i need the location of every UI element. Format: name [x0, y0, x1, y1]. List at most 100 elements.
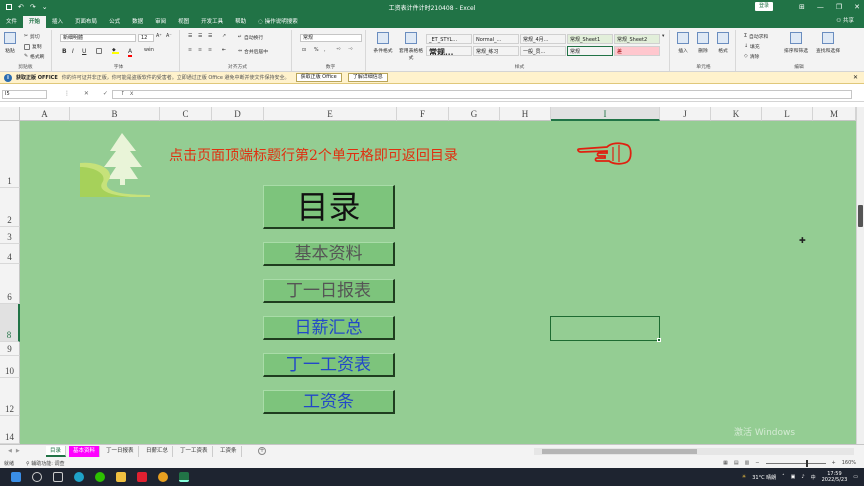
- tab-data[interactable]: 数据: [126, 16, 149, 28]
- style-cell[interactable]: 差: [614, 46, 660, 56]
- restore-button[interactable]: ❐: [836, 3, 842, 11]
- menu-button-basic-info[interactable]: 基本资料: [263, 242, 395, 266]
- page-layout-view-icon[interactable]: ▤: [734, 460, 739, 466]
- indent-icon[interactable]: ⇤: [222, 48, 226, 53]
- file-explorer-icon[interactable]: [116, 472, 126, 482]
- close-icon[interactable]: ✕: [853, 74, 858, 81]
- clear-button[interactable]: ◇ 清除: [744, 53, 759, 60]
- conditional-format-button[interactable]: 条件格式: [370, 32, 396, 54]
- row-header-selected[interactable]: 8: [0, 304, 20, 342]
- accounting-format-icon[interactable]: ⊡: [302, 48, 306, 53]
- style-cell[interactable]: 常规_练习: [473, 46, 519, 56]
- fill-button[interactable]: ↓ 填充: [744, 43, 760, 50]
- formula-input[interactable]: [112, 90, 852, 99]
- borders-button[interactable]: [96, 48, 102, 54]
- wrap-text-button[interactable]: ↵ 自动换行: [238, 34, 263, 41]
- close-button[interactable]: ✕: [854, 3, 860, 11]
- tab-formulas[interactable]: 公式: [103, 16, 126, 28]
- font-name-select[interactable]: 新细明體: [60, 34, 136, 42]
- excel-taskbar-icon[interactable]: [179, 472, 189, 482]
- sheet-tab-payroll[interactable]: 丁一工资表: [176, 446, 213, 457]
- tab-insert[interactable]: 插入: [46, 16, 69, 28]
- orientation-icon[interactable]: ↗: [222, 34, 226, 39]
- sheet-tab-payslip[interactable]: 工资条: [216, 446, 242, 457]
- delete-cells-button[interactable]: 删除: [694, 32, 712, 54]
- align-middle-icon[interactable]: ☰: [198, 34, 202, 39]
- fill-color-button[interactable]: ◆: [112, 48, 119, 54]
- find-select-button[interactable]: 查找和选择: [816, 32, 840, 54]
- copy-button[interactable]: 复制: [24, 43, 42, 50]
- scrollbar-thumb[interactable]: [858, 205, 863, 227]
- column-header[interactable]: K: [711, 107, 762, 121]
- row-header[interactable]: 1: [0, 121, 20, 188]
- font-size-select[interactable]: 12: [138, 34, 154, 42]
- zoom-level[interactable]: 160%: [842, 460, 856, 466]
- align-center-icon[interactable]: ≡: [198, 48, 202, 53]
- chrome-icon[interactable]: [158, 472, 168, 482]
- login-button[interactable]: 登录: [755, 2, 774, 11]
- style-cell[interactable]: 常规...: [426, 46, 472, 56]
- tab-view[interactable]: 视图: [172, 16, 195, 28]
- edge-icon[interactable]: [74, 472, 84, 482]
- tray-arrow-icon[interactable]: ˄: [782, 474, 785, 480]
- minimize-button[interactable]: —: [817, 3, 824, 11]
- column-header[interactable]: J: [660, 107, 711, 121]
- style-cell[interactable]: 常规: [567, 46, 613, 56]
- number-format-select[interactable]: 常规: [300, 34, 362, 42]
- column-header-selected[interactable]: I: [551, 107, 660, 121]
- accessibility-status[interactable]: ⚲ 辅助功能: 调查: [26, 460, 65, 467]
- sort-filter-button[interactable]: 排序和筛选: [784, 32, 808, 54]
- tab-help[interactable]: 帮助: [229, 16, 252, 28]
- get-genuine-office-button[interactable]: 获取正版 Office: [295, 73, 342, 82]
- menu-button-daily-wage-summary[interactable]: 日薪汇总: [263, 316, 395, 340]
- notification-icon[interactable]: ▭: [853, 474, 858, 480]
- tab-page-layout[interactable]: 页面布局: [69, 16, 103, 28]
- format-cells-button[interactable]: 格式: [714, 32, 732, 54]
- grow-font-button[interactable]: A⁺: [156, 34, 162, 39]
- align-top-icon[interactable]: ☰: [188, 34, 192, 39]
- sheet-nav-arrows[interactable]: ◀▶: [8, 448, 24, 454]
- wechat-icon[interactable]: [95, 472, 105, 482]
- zoom-slider[interactable]: [765, 459, 826, 467]
- tab-review[interactable]: 审阅: [149, 16, 172, 28]
- windows-start-icon[interactable]: [11, 472, 21, 482]
- normal-view-icon[interactable]: ▦: [723, 460, 728, 466]
- column-header[interactable]: F: [397, 107, 449, 121]
- align-bottom-icon[interactable]: ☰: [208, 34, 212, 39]
- cut-button[interactable]: ✂ 剪切: [24, 33, 40, 40]
- menu-button-payslip[interactable]: 工资条: [263, 390, 395, 414]
- add-sheet-icon[interactable]: +: [258, 447, 266, 455]
- column-header[interactable]: G: [449, 107, 500, 121]
- column-header[interactable]: H: [500, 107, 551, 121]
- ribbon-display-icon[interactable]: ⊞: [799, 3, 805, 11]
- column-header[interactable]: E: [264, 107, 397, 121]
- task-view-icon[interactable]: [53, 472, 63, 482]
- style-cell[interactable]: 一般_员...: [520, 46, 566, 56]
- autosum-button[interactable]: Σ 自动求和: [744, 33, 768, 40]
- row-header[interactable]: 10: [0, 356, 20, 378]
- tell-me-search[interactable]: ◌ 操作说明搜索: [252, 16, 304, 28]
- weather-text[interactable]: 31°C 晴朗: [752, 474, 776, 481]
- ime-icon[interactable]: 中: [811, 474, 816, 481]
- style-cell[interactable]: 常规_Sheet2: [614, 34, 660, 44]
- row-header[interactable]: 4: [0, 244, 20, 264]
- align-left-icon[interactable]: ≡: [188, 48, 192, 53]
- row-header[interactable]: 12: [0, 378, 20, 416]
- sheet-tab-daily-report[interactable]: 丁一日报表: [102, 446, 139, 457]
- volume-icon[interactable]: ♪: [801, 474, 804, 480]
- zoom-in-icon[interactable]: +: [832, 460, 836, 466]
- styles-more-icon[interactable]: ▾: [662, 34, 664, 39]
- percent-button[interactable]: %: [314, 48, 319, 53]
- decrease-decimal-icon[interactable]: ⁻⁰: [348, 48, 352, 53]
- column-header[interactable]: L: [762, 107, 813, 121]
- sheet-tab-wage-summary[interactable]: 日薪汇总: [142, 446, 174, 457]
- clock[interactable]: 17:59 2022/5/23: [822, 471, 848, 483]
- tab-developer[interactable]: 开发工具: [195, 16, 229, 28]
- comma-button[interactable]: ,: [324, 48, 326, 53]
- menu-button-daily-report[interactable]: 丁一日报表: [263, 279, 395, 303]
- style-cell[interactable]: 常规_Sheet1: [567, 34, 613, 44]
- worksheet-grid[interactable]: 点击页面顶端标题行第2个单元格即可返回目录 目录 基本资料 丁一日报表 日薪汇总…: [20, 121, 856, 444]
- column-header[interactable]: M: [813, 107, 856, 121]
- vertical-scrollbar[interactable]: [856, 107, 864, 444]
- format-as-table-button[interactable]: 套用表格格式: [398, 32, 424, 61]
